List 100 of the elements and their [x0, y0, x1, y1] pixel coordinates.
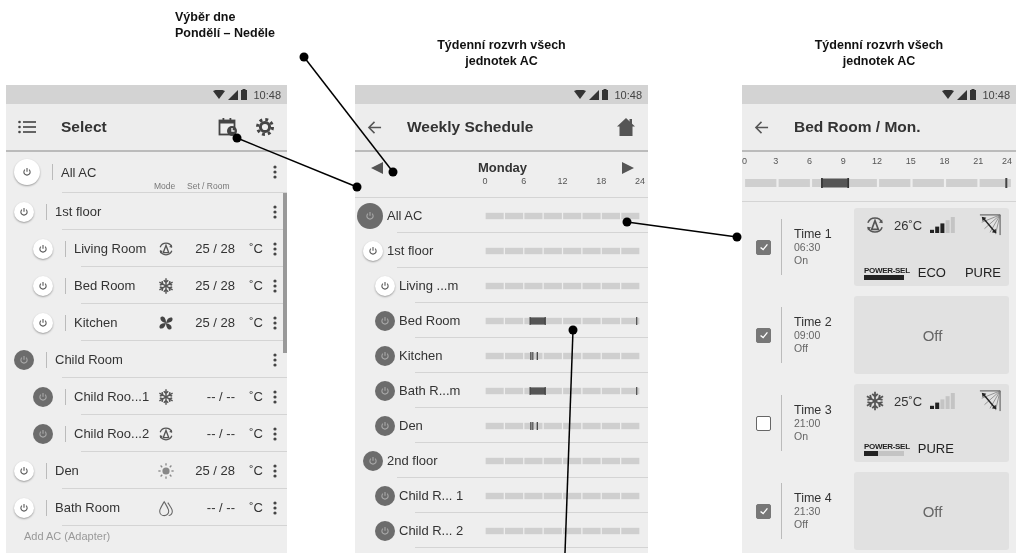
- unit-name[interactable]: Bath Room: [55, 500, 153, 515]
- power-button[interactable]: [363, 450, 383, 471]
- more-options-icon[interactable]: [273, 463, 277, 478]
- list-menu-icon[interactable]: [18, 120, 36, 134]
- axis-tick-label: 3: [773, 156, 779, 166]
- more-options-icon[interactable]: [273, 241, 277, 256]
- unit-name[interactable]: Living ...m: [399, 278, 459, 293]
- timer-time: 21:30: [794, 505, 822, 518]
- unit-name[interactable]: Child Room: [55, 352, 153, 367]
- checkbox[interactable]: [756, 239, 771, 255]
- power-button[interactable]: [33, 275, 53, 296]
- settings-icon[interactable]: [255, 117, 275, 137]
- power-button[interactable]: [375, 415, 395, 436]
- more-options-icon[interactable]: [273, 165, 277, 179]
- power-button[interactable]: [375, 380, 395, 401]
- power-button[interactable]: [375, 275, 395, 296]
- power-button[interactable]: [33, 238, 53, 259]
- more-options-icon[interactable]: [273, 389, 277, 404]
- unit-name[interactable]: 1st floor: [55, 204, 153, 219]
- checkbox[interactable]: [756, 415, 771, 431]
- power-icon: [18, 501, 30, 514]
- unit-name[interactable]: Kitchen: [399, 348, 443, 363]
- timer-state: Off: [794, 518, 809, 531]
- timer-label: Time 4: [794, 491, 833, 505]
- timer-label: Time 2: [794, 315, 833, 329]
- more-options-icon[interactable]: [273, 352, 277, 367]
- unit-name[interactable]: Child Roo...1: [74, 389, 153, 404]
- annotation-text: jednotek AC: [465, 53, 538, 69]
- settings-card[interactable]: 25˚C POWER-SEL PURE: [854, 384, 1009, 462]
- mode-tag: PURE: [917, 441, 954, 456]
- power-button[interactable]: [14, 497, 34, 518]
- temperature-value: -- / --: [206, 500, 235, 515]
- battery-icon: [241, 89, 248, 100]
- temperature-value: 25 / 28: [195, 315, 235, 330]
- power-button[interactable]: [33, 423, 53, 444]
- temperature-unit: ˚C: [249, 389, 263, 404]
- scrollbar[interactable]: [283, 193, 287, 353]
- power-icon: [18, 205, 30, 218]
- screen-title: Select: [61, 118, 108, 136]
- previous-day-button[interactable]: [371, 161, 383, 174]
- calendar-clock-icon[interactable]: [218, 117, 238, 137]
- temperature-value: 25 / 28: [195, 278, 235, 293]
- timer-state: Off: [794, 342, 809, 355]
- off-card[interactable]: Off: [854, 296, 1009, 374]
- unit-name[interactable]: Den: [55, 463, 153, 478]
- next-day-button[interactable]: [622, 161, 634, 174]
- power-button[interactable]: [357, 202, 383, 229]
- unit-name[interactable]: All AC: [61, 165, 273, 180]
- more-options-icon[interactable]: [273, 278, 277, 293]
- temperature-value: -- / --: [206, 389, 235, 404]
- back-arrow-icon[interactable]: [754, 119, 769, 135]
- unit-name[interactable]: 2nd floor: [387, 453, 438, 468]
- power-button[interactable]: [14, 460, 34, 481]
- unit-name[interactable]: Bed Room: [399, 313, 461, 328]
- swing-icon: [979, 214, 1001, 236]
- unit-name[interactable]: 1st floor: [387, 243, 434, 258]
- more-options-icon[interactable]: [273, 500, 277, 515]
- unit-name[interactable]: Bed Room: [74, 278, 153, 293]
- power-icon: [379, 349, 391, 362]
- back-arrow-icon[interactable]: [367, 119, 382, 135]
- power-button[interactable]: [14, 159, 40, 185]
- more-options-icon[interactable]: [273, 315, 277, 330]
- power-button[interactable]: [375, 520, 395, 541]
- temperature-unit: ˚C: [249, 426, 263, 441]
- unit-name[interactable]: Child Roo...2: [74, 426, 153, 441]
- unit-name[interactable]: Bath R...m: [399, 383, 461, 398]
- off-card[interactable]: Off: [854, 472, 1009, 550]
- unit-name[interactable]: All AC: [387, 208, 423, 223]
- temperature-unit: ˚C: [249, 315, 263, 330]
- unit-name[interactable]: Den: [399, 418, 423, 433]
- power-button[interactable]: [33, 386, 53, 407]
- axis-tick-label: 24: [635, 176, 645, 186]
- battery-icon: [970, 89, 977, 100]
- unit-name[interactable]: Living Room: [74, 241, 153, 256]
- more-options-icon[interactable]: [273, 204, 277, 219]
- timer-label: Time 1: [794, 227, 833, 241]
- checkbox[interactable]: [756, 327, 771, 343]
- home-icon[interactable]: [616, 117, 636, 137]
- annotation-text: Týdenní rozvrh všech: [814, 37, 944, 53]
- checkbox[interactable]: [756, 503, 771, 519]
- power-icon: [379, 314, 391, 327]
- water-drop-icon: [157, 498, 175, 517]
- axis-tick-label: 24: [1002, 156, 1012, 166]
- power-button[interactable]: [14, 201, 34, 222]
- power-button[interactable]: [33, 312, 53, 333]
- power-button[interactable]: [375, 310, 395, 331]
- settings-card[interactable]: 26˚C POWER-SEL ECO PURE: [854, 208, 1009, 286]
- unit-name[interactable]: Child R... 2: [399, 523, 464, 538]
- power-button[interactable]: [363, 240, 383, 261]
- unit-name[interactable]: Kitchen: [74, 315, 153, 330]
- screen-title: Bed Room / Mon.: [794, 118, 922, 136]
- temperature-value: 25 / 28: [195, 463, 235, 478]
- power-sel-label: POWER-SEL: [864, 265, 910, 275]
- power-button[interactable]: [375, 485, 395, 506]
- unit-name[interactable]: Child R... 1: [399, 488, 464, 503]
- more-options-icon[interactable]: [273, 426, 277, 441]
- power-button[interactable]: [375, 345, 395, 366]
- temperature-value: -- / --: [206, 426, 235, 441]
- power-button[interactable]: [14, 349, 34, 370]
- annotation-text: Pondělí – Neděle: [175, 25, 276, 41]
